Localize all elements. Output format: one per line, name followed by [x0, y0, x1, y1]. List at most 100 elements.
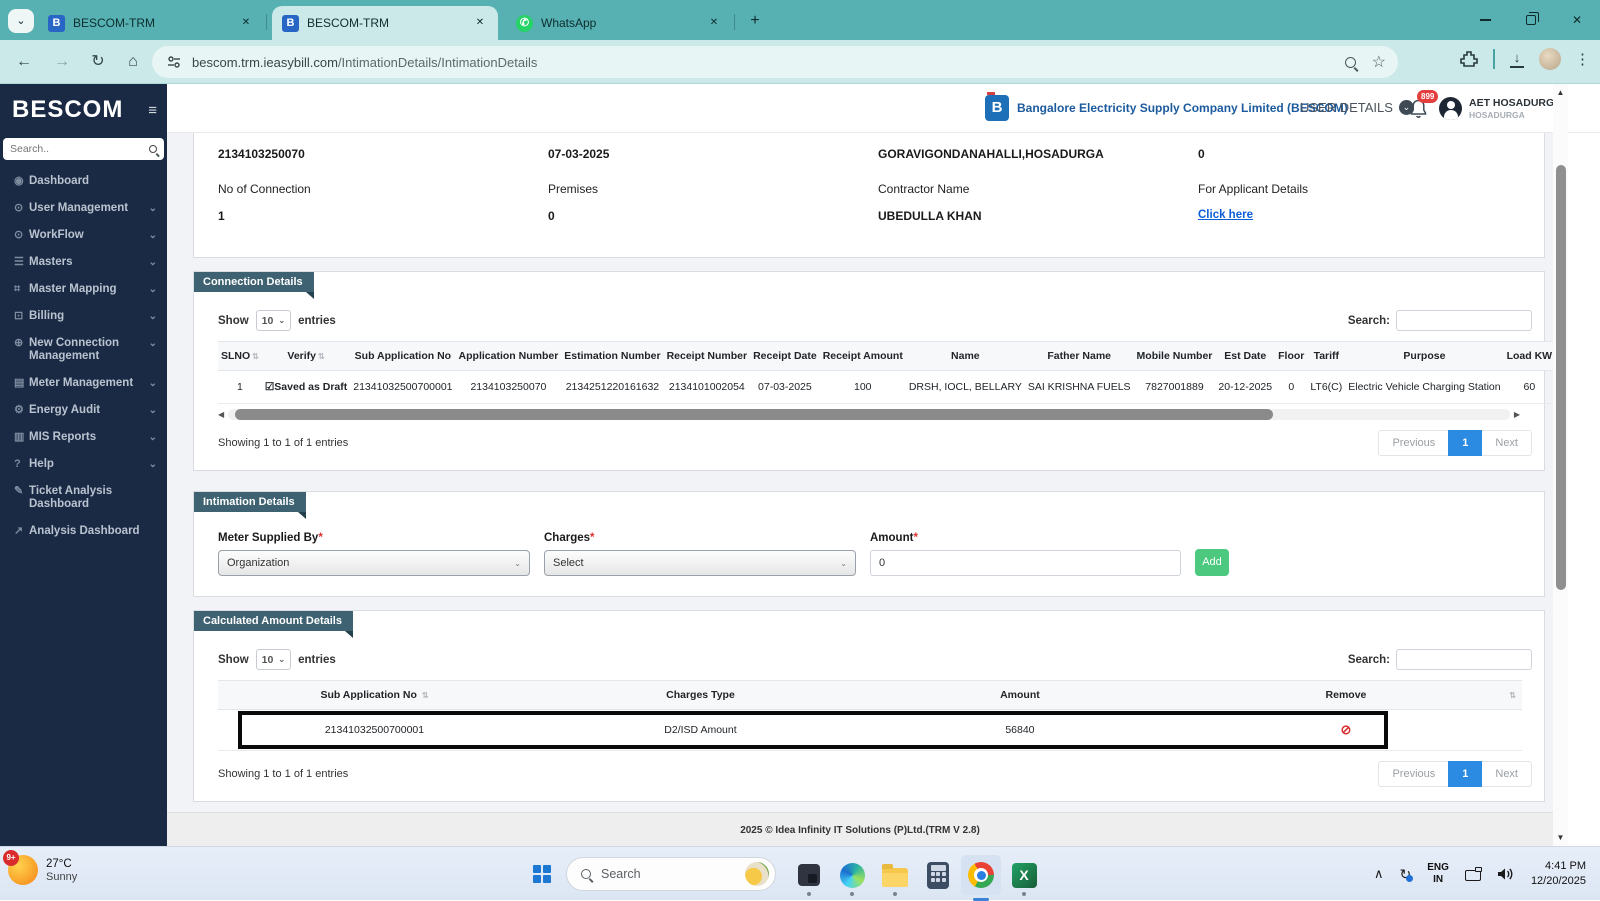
- sidebar-toggle-icon[interactable]: ≡: [148, 102, 157, 119]
- scroll-down-icon[interactable]: ▼: [1553, 833, 1568, 842]
- scrollbar-thumb[interactable]: [1555, 165, 1566, 590]
- home-button[interactable]: ⌂: [121, 50, 145, 74]
- extensions-icon[interactable]: [1459, 49, 1479, 69]
- sidebar-item-user-management[interactable]: ⊙ User Management ⌄: [0, 195, 167, 222]
- scroll-right-icon[interactable]: ▶: [1514, 410, 1520, 419]
- meter-supplied-by-select[interactable]: Organization ⌄: [218, 550, 530, 576]
- column-header[interactable]: Receipt Date: [750, 341, 820, 371]
- search-highlight-image[interactable]: [745, 862, 769, 886]
- taskbar-app-calculator[interactable]: [922, 859, 954, 891]
- sidebar-item-energy-audit[interactable]: ⚙ Energy Audit ⌄: [0, 397, 167, 424]
- browser-menu-icon[interactable]: ⋮: [1575, 50, 1590, 68]
- sync-update-icon[interactable]: ↻: [1400, 866, 1413, 883]
- current-page-button[interactable]: 1: [1448, 761, 1483, 787]
- sidebar-item-masters[interactable]: ☰ Masters ⌄: [0, 249, 167, 276]
- user-details-menu[interactable]: USER DETAILS ⌄: [1300, 100, 1414, 115]
- vertical-scrollbar[interactable]: ▲ ▼: [1553, 84, 1568, 846]
- add-button[interactable]: Add: [1195, 549, 1229, 576]
- tab-search-button[interactable]: ⌄: [8, 9, 34, 33]
- page-size-select[interactable]: 10 ⌄: [255, 310, 292, 331]
- close-window-button[interactable]: ✕: [1554, 0, 1600, 40]
- download-icon[interactable]: ←↓: [1509, 50, 1525, 68]
- scrollbar-thumb[interactable]: [234, 409, 1273, 420]
- column-header[interactable]: Sub Application No ⇅: [218, 680, 531, 710]
- browser-tab-2-active[interactable]: B BESCOM-TRM ✕: [272, 6, 498, 40]
- address-bar[interactable]: bescom.trm.ieasybill.com/IntimationDetai…: [152, 46, 1398, 78]
- browser-tab-3[interactable]: ✆ WhatsApp ✕: [506, 6, 732, 40]
- scroll-left-icon[interactable]: ◀: [218, 410, 224, 419]
- sidebar-item-analysis-dashboard[interactable]: ↗ Analysis Dashboard: [0, 518, 167, 545]
- network-device-icon[interactable]: [1464, 866, 1482, 881]
- volume-icon[interactable]: [1497, 866, 1515, 882]
- column-header[interactable]: Verify ⇅: [261, 341, 351, 371]
- column-header[interactable]: Application Number: [455, 341, 562, 371]
- amount-input[interactable]: [870, 550, 1181, 576]
- scroll-up-icon[interactable]: ▲: [1553, 88, 1568, 97]
- zoom-icon[interactable]: [1344, 56, 1356, 68]
- column-header[interactable]: Estimation Number: [561, 341, 664, 371]
- avatar[interactable]: [1439, 97, 1462, 120]
- bookmark-star-icon[interactable]: ☆: [1372, 52, 1386, 72]
- language-indicator[interactable]: ENG IN: [1427, 862, 1449, 887]
- previous-page-button[interactable]: Previous: [1378, 761, 1449, 787]
- column-header[interactable]: Father Name: [1024, 341, 1134, 371]
- column-header[interactable]: Charges Type: [530, 680, 870, 710]
- taskbar-app-file-explorer[interactable]: [879, 859, 911, 896]
- column-header[interactable]: Receipt Number: [663, 341, 751, 371]
- column-header[interactable]: Purpose: [1345, 341, 1504, 371]
- sidebar-item-meter-management[interactable]: ▤ Meter Management ⌄: [0, 370, 167, 397]
- taskbar-app-edge[interactable]: [836, 859, 868, 896]
- site-info-icon[interactable]: [166, 54, 182, 70]
- column-header[interactable]: Name: [905, 341, 1025, 371]
- scrollbar-track[interactable]: [228, 409, 1510, 420]
- browser-tab-1[interactable]: B BESCOM-TRM ✕: [38, 6, 264, 40]
- reload-button[interactable]: ↻: [86, 50, 110, 74]
- back-button[interactable]: ←: [12, 50, 36, 74]
- table-search-input[interactable]: [1396, 310, 1532, 331]
- remove-icon[interactable]: ⊘: [1340, 722, 1351, 737]
- taskbar-app-dark[interactable]: [793, 859, 825, 896]
- page-size-select[interactable]: 10 ⌄: [255, 649, 292, 670]
- next-page-button[interactable]: Next: [1482, 761, 1532, 787]
- profile-avatar[interactable]: [1539, 48, 1561, 70]
- column-header[interactable]: Mobile Number: [1133, 341, 1216, 371]
- next-page-button[interactable]: Next: [1482, 430, 1532, 456]
- horizontal-scrollbar[interactable]: ◀ ▶: [218, 409, 1520, 420]
- table-search-input[interactable]: [1396, 649, 1532, 670]
- column-header[interactable]: Est Date: [1215, 341, 1276, 371]
- minimize-button[interactable]: [1462, 0, 1508, 40]
- column-header[interactable]: Receipt Amount: [819, 341, 906, 371]
- forward-button[interactable]: →: [50, 50, 74, 74]
- sidebar-item-mis-reports[interactable]: ▥ MIS Reports ⌄: [0, 424, 167, 451]
- verify-cell[interactable]: ☑Saved as Draft: [261, 370, 351, 404]
- close-tab-icon[interactable]: ✕: [706, 15, 722, 31]
- sidebar-item-ticket-analysis-dashboard[interactable]: ✎ Ticket Analysis Dashboard: [0, 478, 167, 518]
- column-header[interactable]: Load KW: [1503, 341, 1556, 371]
- sidebar-item-workflow[interactable]: ⊙ WorkFlow ⌄: [0, 222, 167, 249]
- column-header[interactable]: Amount: [869, 680, 1170, 710]
- clock[interactable]: 4:41 PM 12/20/2025: [1531, 859, 1586, 889]
- sidebar-item-help[interactable]: ? Help ⌄: [0, 451, 167, 478]
- column-header[interactable]: Tariff: [1307, 341, 1346, 371]
- taskbar-search[interactable]: Search: [566, 857, 776, 891]
- previous-page-button[interactable]: Previous: [1378, 430, 1449, 456]
- notifications-button[interactable]: 899: [1409, 90, 1439, 124]
- new-tab-button[interactable]: +: [744, 10, 766, 32]
- search-icon[interactable]: [149, 145, 157, 153]
- column-header[interactable]: Remove ⇅: [1169, 680, 1522, 710]
- current-page-button[interactable]: 1: [1448, 430, 1483, 456]
- sidebar-search-input[interactable]: [10, 143, 149, 155]
- column-header[interactable]: Floor: [1275, 341, 1308, 371]
- applicant-details-link[interactable]: Click here: [1198, 209, 1253, 221]
- charges-select[interactable]: Select ⌄: [544, 550, 856, 576]
- sidebar-item-billing[interactable]: ⊡ Billing ⌄: [0, 303, 167, 330]
- close-tab-icon[interactable]: ✕: [238, 15, 254, 31]
- restore-button[interactable]: [1508, 0, 1554, 40]
- start-button[interactable]: [533, 865, 551, 883]
- taskbar-app-chrome-active[interactable]: [961, 855, 1001, 901]
- column-header[interactable]: Sub Application No: [350, 341, 456, 371]
- sidebar-item-master-mapping[interactable]: ⌗ Master Mapping ⌄: [0, 276, 167, 303]
- tray-expand-icon[interactable]: ∧: [1374, 866, 1384, 882]
- column-header[interactable]: SLNO ⇅: [218, 341, 262, 371]
- taskbar-app-excel[interactable]: X: [1008, 859, 1040, 896]
